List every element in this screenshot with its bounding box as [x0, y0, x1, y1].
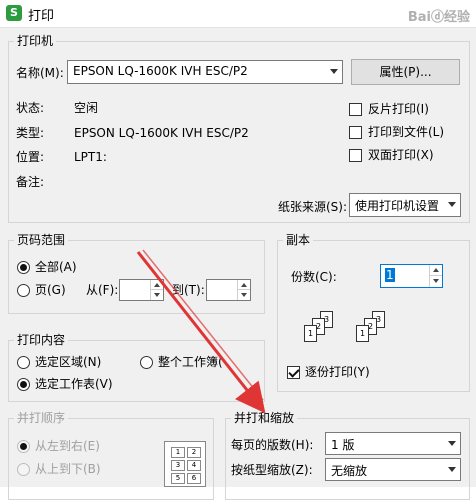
- left-to-right-label[interactable]: 从左到右(E): [35, 438, 100, 454]
- reverse-print-checkbox[interactable]: [349, 103, 362, 116]
- pages-per-sheet-value: 1 版: [331, 438, 355, 452]
- page-range-title: 页码范围: [14, 233, 69, 247]
- printer-name-select[interactable]: EPSON LQ-1600K IVH ESC/P2: [67, 60, 343, 84]
- active-sheet-radio[interactable]: [17, 378, 30, 391]
- copies-count-label: 份数(C):: [291, 270, 337, 284]
- chevron-down-icon: [448, 466, 456, 472]
- paper-source-label: 纸张来源(S):: [278, 200, 348, 214]
- print-dialog: S 打印 Baiⓓ经验 打印机 名称(M): EPSON LQ-1600K IV…: [0, 0, 476, 500]
- properties-button[interactable]: 属性(P)...: [351, 59, 460, 85]
- reverse-print-label[interactable]: 反片打印(I): [368, 101, 429, 117]
- status-label: 状态:: [16, 101, 45, 115]
- scale-to-paper-value: 无缩放: [331, 464, 368, 478]
- spin-up-icon[interactable]: [429, 265, 442, 276]
- pages-per-sheet-label: 每页的版数(H):: [231, 438, 314, 452]
- duplex-print-checkbox[interactable]: [349, 149, 362, 162]
- location-value: LPT1:: [74, 150, 107, 164]
- spin-down-icon[interactable]: [150, 290, 163, 300]
- printer-group-title: 打印机: [14, 34, 57, 48]
- location-label: 位置:: [16, 150, 45, 164]
- range-to-label: 到(T):: [172, 283, 205, 297]
- spin-up-icon[interactable]: [237, 280, 250, 290]
- selection-radio[interactable]: [17, 356, 30, 369]
- comment-label: 备注:: [16, 175, 45, 189]
- entire-workbook-radio[interactable]: [140, 356, 153, 369]
- active-sheet-label[interactable]: 选定工作表(V): [35, 376, 113, 392]
- copies-count-spinner[interactable]: 1: [380, 264, 443, 288]
- spin-down-icon[interactable]: [237, 290, 250, 300]
- print-to-file-label[interactable]: 打印到文件(L): [368, 124, 444, 140]
- title-bar: S 打印 Baiⓓ经验: [0, 0, 476, 28]
- pages-per-sheet-select[interactable]: 1 版: [325, 432, 461, 455]
- type-value: EPSON LQ-1600K IVH ESC/P2: [74, 126, 249, 140]
- scale-to-paper-label: 按纸型缩放(Z):: [231, 463, 313, 477]
- range-all-label[interactable]: 全部(A): [35, 259, 77, 275]
- copies-title: 副本: [283, 233, 314, 247]
- range-pages-radio[interactable]: [17, 284, 30, 297]
- baidu-watermark: Baiⓓ经验: [407, 10, 470, 25]
- printer-name-label: 名称(M):: [16, 66, 64, 80]
- range-pages-label[interactable]: 页(G): [35, 282, 66, 298]
- collate-checkbox[interactable]: [287, 366, 300, 379]
- paper-source-select[interactable]: 使用打印机设置: [349, 193, 461, 217]
- window-title: 打印: [28, 9, 55, 24]
- left-to-right-radio[interactable]: [17, 440, 30, 453]
- page-order-grid: 1 2 3 4 5 6: [164, 441, 206, 487]
- copies-count-value: 1: [385, 268, 395, 282]
- duplex-print-label[interactable]: 双面打印(X): [368, 147, 434, 163]
- scale-to-paper-select[interactable]: 无缩放: [325, 458, 461, 481]
- page-range-group: [8, 240, 265, 314]
- entire-workbook-label[interactable]: 整个工作簿(: [158, 354, 223, 370]
- range-to-spinner[interactable]: [206, 279, 251, 301]
- chevron-down-icon: [448, 440, 456, 446]
- spin-down-icon[interactable]: [429, 276, 442, 287]
- status-value: 空闲: [74, 101, 99, 115]
- selection-label[interactable]: 选定区域(N): [35, 354, 101, 370]
- zoom-title: 并打和缩放: [231, 411, 298, 425]
- range-from-label: 从(F):: [86, 283, 119, 297]
- chevron-down-icon: [448, 202, 456, 207]
- range-all-radio[interactable]: [17, 261, 30, 274]
- wps-app-icon: S: [6, 5, 22, 21]
- print-content-group: [8, 340, 265, 402]
- printer-name-value: EPSON LQ-1600K IVH ESC/P2: [73, 64, 248, 78]
- spin-up-icon[interactable]: [150, 280, 163, 290]
- type-label: 类型:: [16, 126, 45, 140]
- paper-source-value: 使用打印机设置: [355, 199, 440, 213]
- top-to-bottom-label[interactable]: 从上到下(B): [35, 461, 101, 477]
- chevron-down-icon: [330, 69, 338, 74]
- top-to-bottom-radio[interactable]: [17, 463, 30, 476]
- print-content-title: 打印内容: [14, 333, 69, 347]
- range-from-spinner[interactable]: [119, 279, 164, 301]
- merge-order-title: 并打顺序: [14, 411, 69, 425]
- collate-label[interactable]: 逐份打印(Y): [305, 364, 370, 380]
- print-to-file-checkbox[interactable]: [349, 126, 362, 139]
